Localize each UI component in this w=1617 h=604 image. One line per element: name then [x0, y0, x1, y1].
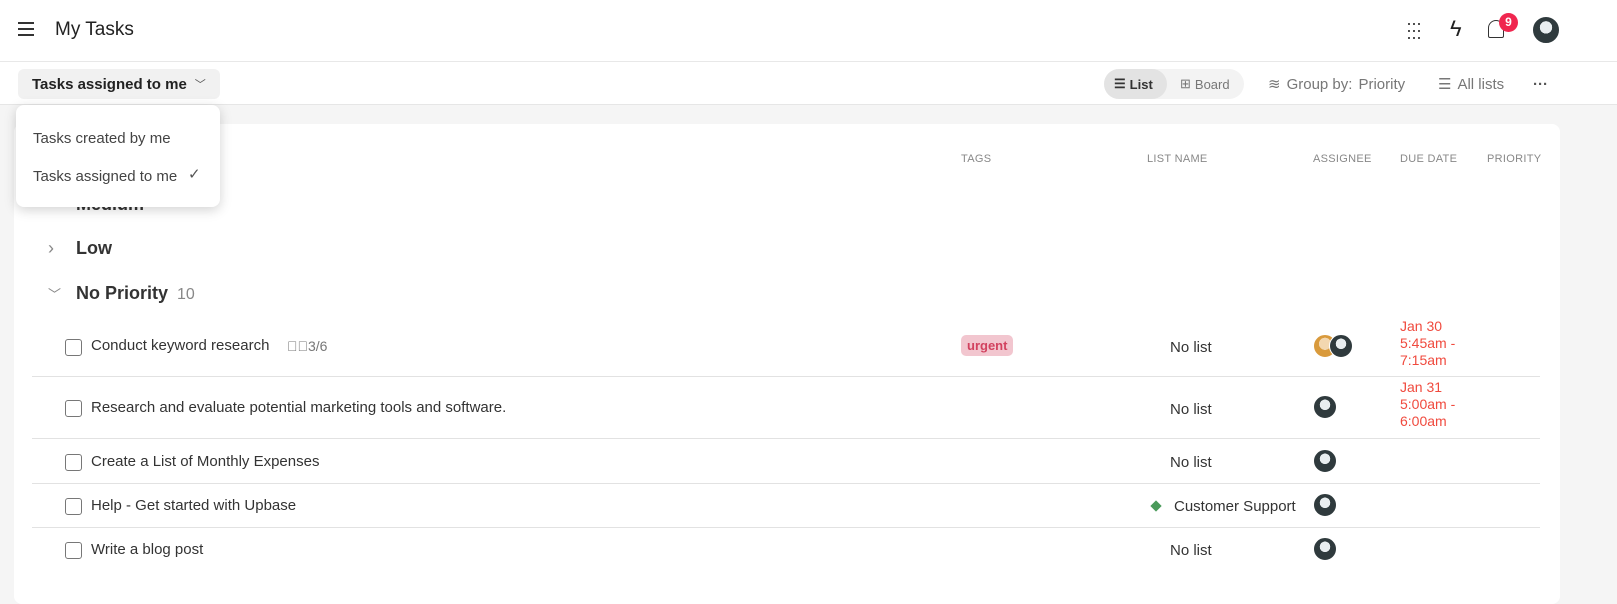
group-by-label: Group by:	[1286, 75, 1353, 93]
due-end: 6:00am	[1400, 413, 1447, 429]
page-title: My Tasks	[55, 19, 134, 40]
header	[0, 0, 1617, 62]
table-row[interactable]: Create a List of Monthly Expenses No lis…	[32, 439, 1540, 484]
column-priority: PRIORITY	[1487, 153, 1542, 165]
assignee-avatar[interactable]	[1313, 537, 1337, 561]
column-due-date: DUE DATE	[1400, 153, 1458, 165]
group-low[interactable]: Low	[76, 238, 112, 259]
assignee-avatar[interactable]	[1329, 334, 1353, 358]
chevron-down-icon[interactable]: ﹀	[48, 284, 61, 303]
tab-list-label: List	[1129, 76, 1153, 92]
due-start: 5:45am -	[1400, 335, 1456, 351]
apps-grid-icon[interactable]: ··· ··· ···	[1406, 14, 1422, 46]
group-by-button[interactable]: ≋ Group by: Priority	[1268, 69, 1405, 99]
table-row[interactable]: Research and evaluate potential marketin…	[32, 377, 1540, 439]
notification-badge: 9	[1499, 13, 1518, 32]
list-color-dot-icon	[1150, 500, 1162, 512]
task-filter-menu: Tasks created by me Tasks assigned to me…	[16, 105, 220, 207]
task-name[interactable]: Research and evaluate potential marketin…	[91, 399, 506, 416]
task-checkbox[interactable]	[65, 400, 82, 417]
more-options-icon[interactable]: ···	[1533, 69, 1548, 99]
filter-label: Tasks assigned to me	[32, 75, 187, 93]
list-name[interactable]: Customer Support	[1174, 498, 1296, 515]
tab-board-label: Board	[1194, 76, 1230, 92]
menu-item-assigned-to-me[interactable]: Tasks assigned to me	[33, 168, 177, 185]
table-row[interactable]: Write a blog post No list	[32, 528, 1540, 588]
list-icon: ☰	[1114, 76, 1126, 91]
lightning-icon[interactable]: ϟ	[1450, 16, 1462, 42]
chevron-down-icon: ﹀	[194, 79, 206, 91]
assignee-avatar[interactable]	[1313, 449, 1337, 473]
task-checkbox[interactable]	[65, 542, 82, 559]
group-by-value: Priority	[1358, 75, 1406, 93]
list-icon: ☰	[1438, 76, 1452, 93]
user-avatar[interactable]	[1532, 16, 1560, 44]
group-no-priority[interactable]: No Priority 10	[76, 283, 195, 304]
all-lists-button[interactable]: ☰ All lists	[1438, 69, 1504, 99]
layers-icon: ≋	[1268, 76, 1281, 93]
menu-item-created-by-me[interactable]: Tasks created by me	[33, 130, 171, 147]
table-row[interactable]: Help - Get started with Upbase Customer …	[32, 484, 1540, 528]
tab-board[interactable]: ⊞ Board	[1170, 69, 1240, 99]
task-checkbox[interactable]	[65, 339, 82, 356]
tab-list[interactable]: ☰ List	[1104, 69, 1167, 99]
list-name[interactable]: No list	[1170, 339, 1212, 356]
due-start: 5:00am -	[1400, 396, 1456, 412]
task-name[interactable]: Create a List of Monthly Expenses	[91, 453, 319, 470]
list-name[interactable]: No list	[1170, 401, 1212, 418]
group-count: 10	[177, 286, 195, 303]
list-name[interactable]: No list	[1170, 454, 1212, 471]
all-lists-label: All lists	[1457, 75, 1505, 93]
due-date[interactable]: Jan 30 5:45am -7:15am	[1400, 318, 1455, 369]
due-end: 7:15am	[1400, 352, 1447, 368]
column-tags: TAGS	[961, 153, 992, 165]
due-date[interactable]: Jan 31 5:00am -6:00am	[1400, 379, 1455, 430]
check-circle-icon: ✓⃝	[287, 338, 308, 354]
view-switcher: ☰ List ⊞ Board	[1104, 69, 1244, 99]
task-filter-dropdown[interactable]: Tasks assigned to me ﹀	[18, 69, 220, 99]
subtask-count: ✓⃝3/6	[287, 338, 327, 354]
column-list-name: LIST NAME	[1147, 153, 1208, 165]
check-icon: ✓	[188, 166, 201, 183]
group-label: No Priority	[76, 283, 169, 303]
task-checkbox[interactable]	[65, 454, 82, 471]
due-day: Jan 31	[1400, 379, 1443, 395]
column-assignee: ASSIGNEE	[1313, 153, 1372, 165]
list-name[interactable]: No list	[1170, 542, 1212, 559]
task-checkbox[interactable]	[65, 498, 82, 515]
table-row[interactable]: Conduct keyword research ✓⃝3/6 urgent No…	[32, 318, 1540, 377]
assignee-avatar[interactable]	[1313, 493, 1337, 517]
board-icon: ⊞	[1180, 76, 1191, 91]
menu-icon[interactable]	[18, 22, 34, 36]
task-name[interactable]: Write a blog post	[91, 541, 203, 558]
chevron-right-icon[interactable]: ›	[48, 238, 54, 259]
tag-badge[interactable]: urgent	[961, 335, 1014, 356]
subtask-progress: 3/6	[308, 338, 328, 354]
task-name[interactable]: Help - Get started with Upbase	[91, 497, 296, 514]
due-day: Jan 30	[1400, 318, 1443, 334]
assignee-avatar[interactable]	[1313, 395, 1337, 419]
task-name[interactable]: Conduct keyword research	[91, 337, 269, 354]
